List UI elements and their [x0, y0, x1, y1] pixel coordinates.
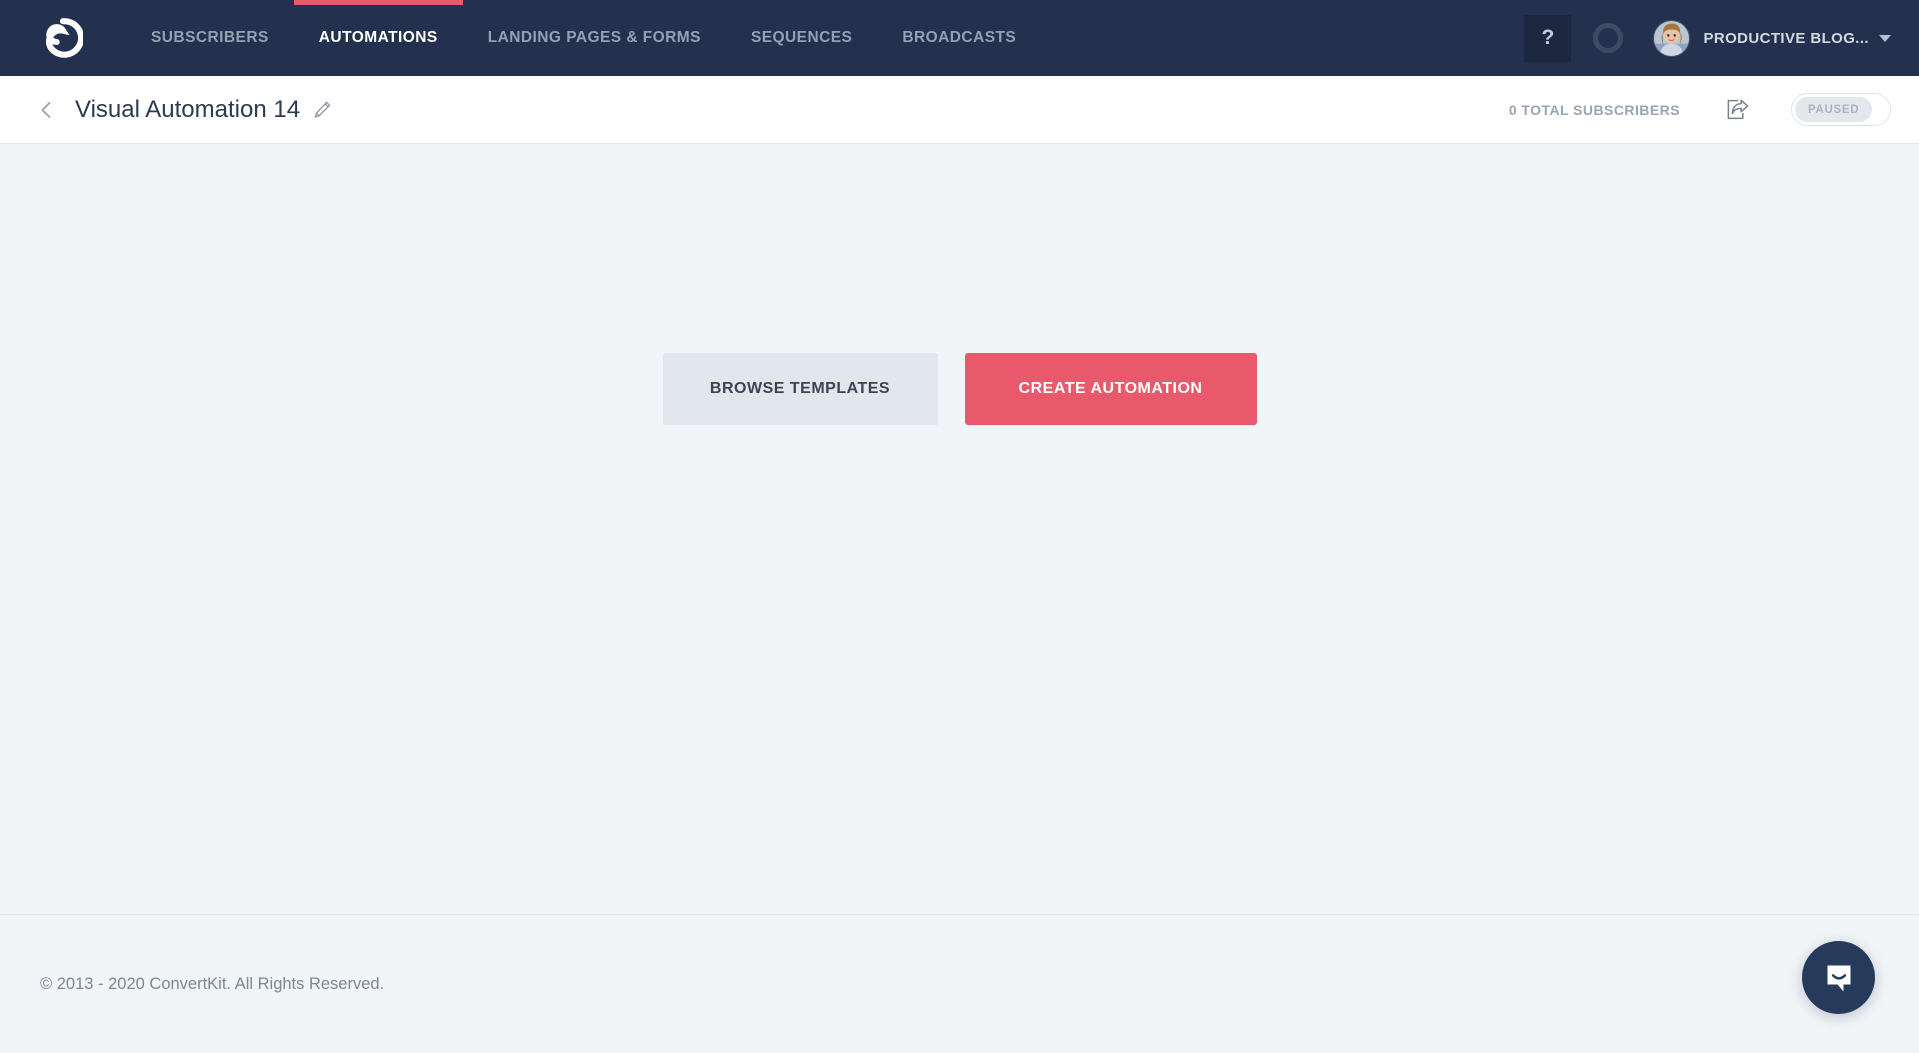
total-subscribers-count: 0 Total Subscribers [1508, 101, 1680, 118]
subheader-right-cluster: 0 Total Subscribers Paused [1509, 93, 1891, 126]
automation-canvas-empty-state: Browse Templates Create Automation [0, 144, 1919, 915]
account-name-label: Productive Blog... [1703, 29, 1869, 47]
avatar [1653, 19, 1691, 57]
automation-state-toggle[interactable]: Paused [1791, 93, 1891, 126]
help-button[interactable]: ? [1524, 14, 1572, 62]
nav-item-sequences[interactable]: Sequences [726, 0, 877, 76]
share-icon [1724, 96, 1751, 123]
chevron-left-icon [35, 99, 57, 121]
status-badge: Paused [1795, 97, 1873, 122]
nav-item-automations[interactable]: Automations [293, 0, 463, 76]
edit-title-button[interactable] [312, 100, 332, 120]
question-mark-icon: ? [1541, 26, 1555, 49]
app-root: Subscribers Automations Landing Pages & … [0, 0, 1919, 1053]
nav-item-label: Broadcasts [902, 29, 1017, 46]
nav-item-label: Sequences [750, 29, 853, 46]
convertkit-logo-link[interactable] [0, 0, 126, 76]
chevron-down-icon [1879, 34, 1891, 42]
nav-right-cluster: ? PRODUCTIVE BLOG... [1524, 0, 1919, 76]
nav-item-label: Subscribers [151, 29, 269, 46]
nav-item-subscribers[interactable]: Subscribers [126, 0, 294, 76]
nav-item-broadcasts[interactable]: Broadcasts [877, 0, 1041, 76]
browse-templates-button[interactable]: Browse Templates [662, 353, 938, 425]
nav-item-label: Landing Pages & Forms [487, 29, 701, 46]
nav-item-label: Automations [318, 29, 438, 46]
pencil-icon [312, 100, 332, 120]
nav-item-landing-pages-and-forms[interactable]: Landing Pages & Forms [463, 0, 726, 76]
chat-launcher-button[interactable] [1802, 941, 1875, 1014]
share-button[interactable] [1724, 96, 1751, 123]
create-automation-button[interactable]: Create Automation [964, 353, 1257, 425]
copyright-text: © 2013 - 2020 ConvertKit. All Rights Res… [40, 975, 385, 993]
page-subheader: Visual Automation 14 0 Total Subscribers [0, 76, 1919, 144]
page-title: Visual Automation 14 [75, 95, 301, 123]
back-button[interactable] [35, 99, 57, 121]
primary-nav-items: Subscribers Automations Landing Pages & … [126, 0, 1041, 76]
convertkit-logo-icon [43, 18, 85, 58]
cta-button-row: Browse Templates Create Automation [0, 353, 1919, 425]
chat-bubble-smile-icon [1821, 960, 1857, 996]
account-menu[interactable]: Productive Blog... [1653, 19, 1891, 57]
top-navigation-bar: Subscribers Automations Landing Pages & … [0, 0, 1919, 76]
circle-ring-icon[interactable] [1593, 23, 1624, 53]
page-footer: © 2013 - 2020 ConvertKit. All Rights Res… [0, 915, 1919, 1053]
